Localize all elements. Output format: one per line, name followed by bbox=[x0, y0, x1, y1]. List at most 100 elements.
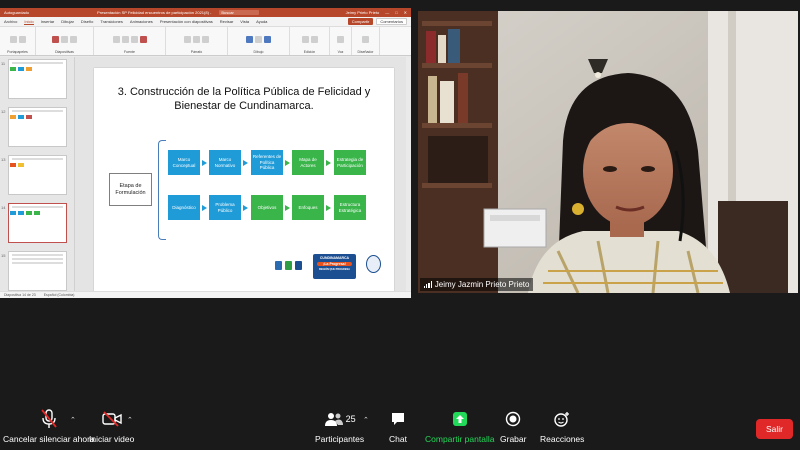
cundinamarca-logo: CUNDINAMARCA ¡La Progresa! REGIÓN QUE PR… bbox=[313, 254, 356, 279]
audio-options-chevron-up-icon[interactable]: ⌃ bbox=[70, 416, 76, 424]
ppt-ribbon-tabs: Archivo Inicio Insertar Dibujar Diseño T… bbox=[0, 17, 411, 27]
share-screen-button[interactable]: Compartir pantalla bbox=[425, 408, 494, 444]
tab-archivo[interactable]: Archivo bbox=[4, 19, 17, 24]
design-ideas-icon[interactable] bbox=[362, 36, 369, 43]
font-color-icon[interactable] bbox=[139, 36, 147, 43]
box-problema-publico: Problema Público bbox=[209, 195, 241, 220]
maximize-icon[interactable]: □ bbox=[395, 10, 397, 15]
arrow-right-icon bbox=[285, 160, 290, 166]
tab-animaciones[interactable]: Animaciones bbox=[130, 19, 153, 24]
share-screen-icon bbox=[452, 408, 468, 430]
ppt-status-bar: Diapositiva 14 de 23 Español (Colombia) bbox=[0, 291, 411, 298]
tab-revisar[interactable]: Revisar bbox=[220, 19, 234, 24]
share-button[interactable]: Compartir bbox=[347, 18, 374, 25]
comments-button[interactable]: Comentarios bbox=[376, 18, 407, 25]
slide-thumbnail[interactable] bbox=[8, 155, 67, 195]
ribbon-group-font[interactable]: Fuente bbox=[94, 27, 166, 55]
vertical-scrollbar[interactable] bbox=[406, 57, 411, 291]
leave-meeting-button[interactable]: Salir bbox=[756, 419, 793, 439]
find-icon[interactable] bbox=[301, 36, 309, 43]
slide-title-line-1: 3. Construcción de la Política Pública d… bbox=[117, 86, 371, 98]
reactions-button[interactable]: Reacciones bbox=[540, 408, 584, 444]
slide-thumbnail-selected[interactable] bbox=[8, 203, 67, 243]
underline-icon[interactable] bbox=[130, 36, 138, 43]
align-icon[interactable] bbox=[193, 36, 200, 43]
slide-number: 12 bbox=[1, 109, 6, 114]
tab-insertar[interactable]: Insertar bbox=[41, 19, 55, 24]
shapes-icon[interactable] bbox=[246, 36, 253, 43]
arrow-right-icon bbox=[202, 160, 207, 166]
participant-name: Jeimy Jazmin Prieto Prieto bbox=[434, 280, 530, 289]
connection-strength-icon bbox=[424, 281, 432, 288]
participants-chevron-up-icon[interactable]: ⌃ bbox=[363, 416, 369, 424]
replace-icon[interactable] bbox=[310, 36, 318, 43]
unmute-button[interactable]: Cancelar silenciar ahora bbox=[3, 408, 95, 444]
slide-thumbnail[interactable] bbox=[8, 59, 67, 99]
etapa-formulacion-box: Etapa de Formulación bbox=[109, 173, 152, 206]
chat-button[interactable]: Chat bbox=[389, 408, 407, 444]
participants-icon: 25 bbox=[324, 408, 356, 430]
tab-vista[interactable]: Vista bbox=[240, 19, 249, 24]
bold-icon[interactable] bbox=[112, 36, 120, 43]
unmute-label: Cancelar silenciar ahora bbox=[3, 434, 95, 444]
tab-diseno[interactable]: Diseño bbox=[81, 19, 93, 24]
reuse-slides-icon[interactable] bbox=[70, 36, 77, 43]
ppt-body: 11 12 13 14 15 3. Construcción de la Pol… bbox=[0, 57, 411, 293]
slide-editing-canvas[interactable]: 3. Construcción de la Política Pública d… bbox=[75, 57, 411, 293]
ribbon-group-voice[interactable]: Voz bbox=[330, 27, 352, 55]
tab-presentacion[interactable]: Presentación con diapositivas bbox=[160, 19, 213, 24]
close-icon[interactable]: ✕ bbox=[404, 10, 407, 15]
ribbon-group-paragraph[interactable]: Párrafo bbox=[166, 27, 228, 55]
start-video-button[interactable]: Iniciar video bbox=[89, 408, 134, 444]
video-options-chevron-up-icon[interactable]: ⌃ bbox=[127, 416, 133, 424]
share-screen-label: Compartir pantalla bbox=[425, 434, 495, 444]
logo-subtext: ¡La Progresa! bbox=[317, 262, 352, 266]
shared-screen-powerpoint[interactable]: Autoguardado Presentación SP Felicidad e… bbox=[0, 8, 411, 298]
arrow-right-icon bbox=[285, 205, 290, 211]
tab-inicio[interactable]: Inicio bbox=[24, 19, 34, 25]
ribbon-group-label: Diapositivas bbox=[55, 50, 74, 54]
columns-icon[interactable] bbox=[202, 36, 209, 43]
ribbon-group-designer[interactable]: Diseñador bbox=[352, 27, 380, 55]
box-enfoques: Enfoques bbox=[292, 195, 324, 220]
arrange-icon[interactable] bbox=[255, 36, 262, 43]
arrow-right-icon bbox=[243, 160, 248, 166]
participant-name-tag: Jeimy Jazmin Prieto Prieto bbox=[420, 278, 534, 291]
bullets-icon[interactable] bbox=[184, 36, 191, 43]
webcam-feed-image bbox=[418, 11, 798, 293]
ppt-search-box[interactable]: Buscar bbox=[219, 10, 260, 15]
chat-label: Chat bbox=[389, 434, 407, 444]
ribbon-group-drawing[interactable]: Dibujo bbox=[228, 27, 290, 55]
dictate-icon[interactable] bbox=[337, 36, 344, 43]
minimize-icon[interactable]: — bbox=[385, 10, 389, 15]
quick-styles-icon[interactable] bbox=[264, 36, 271, 43]
box-objetivos: Objetivos bbox=[251, 195, 283, 220]
ribbon-group-clipboard[interactable]: Portapapeles bbox=[0, 27, 36, 55]
ppt-search-label: Buscar bbox=[221, 10, 234, 15]
autosave-label[interactable]: Autoguardado bbox=[4, 10, 29, 15]
tab-ayuda[interactable]: Ayuda bbox=[256, 19, 267, 24]
cut-icon[interactable] bbox=[18, 36, 26, 43]
box-marco-conceptual: Marco Conceptual bbox=[168, 150, 200, 175]
participants-button[interactable]: 25 Participantes bbox=[315, 408, 364, 444]
tab-transiciones[interactable]: Transiciones bbox=[100, 19, 123, 24]
new-slide-icon[interactable] bbox=[52, 36, 59, 43]
slide-thumbnail[interactable] bbox=[8, 107, 67, 147]
record-button[interactable]: Grabar bbox=[500, 408, 526, 444]
layout-icon[interactable] bbox=[61, 36, 68, 43]
current-slide[interactable]: 3. Construcción de la Política Pública d… bbox=[94, 68, 394, 293]
slide-title-line-2: Bienestar de Cundinamarca. bbox=[174, 100, 314, 112]
logo-tagline: REGIÓN QUE PROGRESA bbox=[319, 268, 350, 271]
slide-thumbnail[interactable] bbox=[8, 251, 67, 291]
logo-entidad-icon bbox=[295, 261, 302, 270]
participant-video-tile[interactable]: Jeimy Jazmin Prieto Prieto bbox=[418, 11, 798, 293]
box-estructura-estrategica: Estructura Estratégica bbox=[334, 195, 366, 220]
slide-thumbnail-pane[interactable]: 11 12 13 14 15 bbox=[0, 57, 75, 291]
italic-icon[interactable] bbox=[121, 36, 129, 43]
language-status[interactable]: Español (Colombia) bbox=[44, 293, 75, 297]
tab-dibujar[interactable]: Dibujar bbox=[61, 19, 74, 24]
paste-icon[interactable] bbox=[9, 36, 17, 43]
ribbon-group-editing[interactable]: Edición bbox=[290, 27, 330, 55]
video-off-icon bbox=[101, 408, 122, 430]
ribbon-group-slides[interactable]: Diapositivas bbox=[36, 27, 94, 55]
